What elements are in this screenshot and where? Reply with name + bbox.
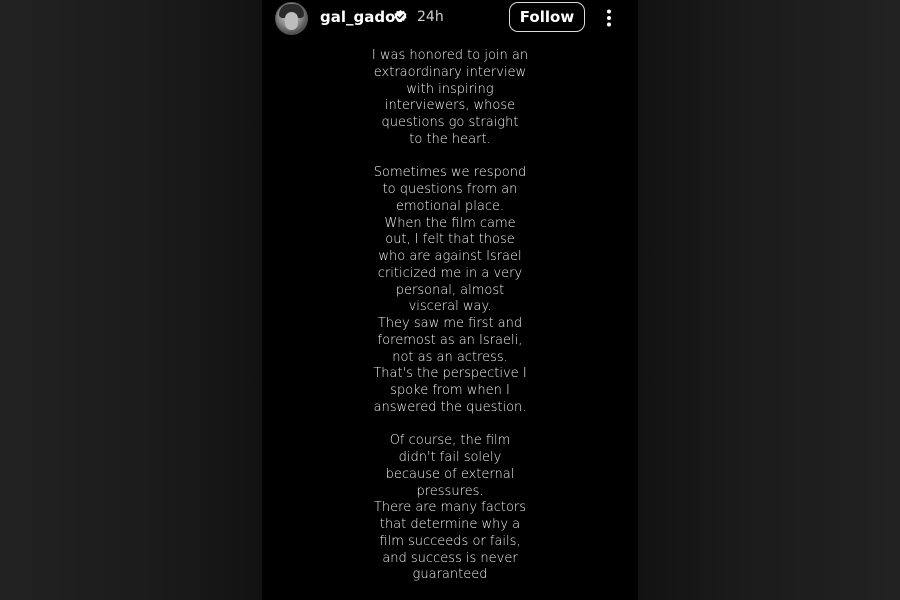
caption-line: answered the question. [373, 399, 527, 415]
caption-line: pressures. [416, 483, 484, 499]
caption-line: Of course, the film [389, 433, 511, 449]
caption-line: spoke from when I [390, 383, 510, 398]
more-vertical-icon[interactable] [606, 9, 612, 27]
caption-paragraph: Of course, the film didn't fail solely bec… [350, 433, 550, 584]
caption-line: personal, almost [395, 282, 505, 298]
caption-line: didn't fail solely [398, 450, 502, 465]
caption-line: They saw me first and [377, 316, 523, 331]
caption-line: guaranteed [412, 567, 488, 583]
avatar[interactable] [275, 2, 308, 35]
caption-paragraph: Sometimes we respond to questions from an… [350, 165, 550, 416]
caption-line: Sometimes we respond [373, 165, 527, 181]
caption-line: interviewers, whose [384, 98, 516, 114]
caption-line: foremost as an Israeli, [377, 332, 523, 348]
caption-line: criticized me in a very [377, 265, 523, 281]
caption-line: with inspiring [406, 81, 494, 97]
caption-line: because of external [385, 466, 515, 482]
right-backdrop [638, 0, 900, 600]
caption-line: and success is never [382, 550, 518, 566]
caption-line: When the film came [384, 215, 516, 231]
caption-line: to the heart. [409, 131, 491, 147]
caption-line: There are many factors [373, 500, 527, 516]
caption-line: not as an actress. [392, 349, 508, 365]
follow-button[interactable]: Follow [509, 2, 585, 32]
caption-line: That's the perspective I [373, 366, 527, 382]
verified-badge-icon [394, 9, 407, 22]
caption-line: to questions from an [382, 182, 518, 197]
caption-line: questions go straight [381, 115, 519, 130]
caption-paragraph: I was honored to join an extraordinary in… [350, 48, 550, 149]
left-backdrop [0, 0, 262, 600]
caption-line: visceral way. [408, 299, 492, 315]
caption-line: I was honored to join an [371, 48, 529, 63]
caption-line: that determine why a [379, 517, 521, 532]
caption-line: who are against Israel [378, 249, 522, 264]
username[interactable]: gal_gadot [320, 8, 403, 26]
story-header: gal_gadot 24h Follow [262, 0, 638, 38]
caption-line: out, I felt that those [385, 232, 515, 248]
caption-line: film succeeds or fails, [379, 533, 521, 549]
avatar-face-shape [285, 12, 298, 30]
story-caption: I was honored to join an extraordinary in… [350, 48, 550, 584]
caption-line: extraordinary interview [373, 64, 527, 80]
caption-line: emotional place. [395, 198, 505, 214]
story-viewer[interactable]: gal_gadot 24h Follow I was honored to jo… [262, 0, 638, 600]
post-time: 24h [417, 9, 444, 25]
